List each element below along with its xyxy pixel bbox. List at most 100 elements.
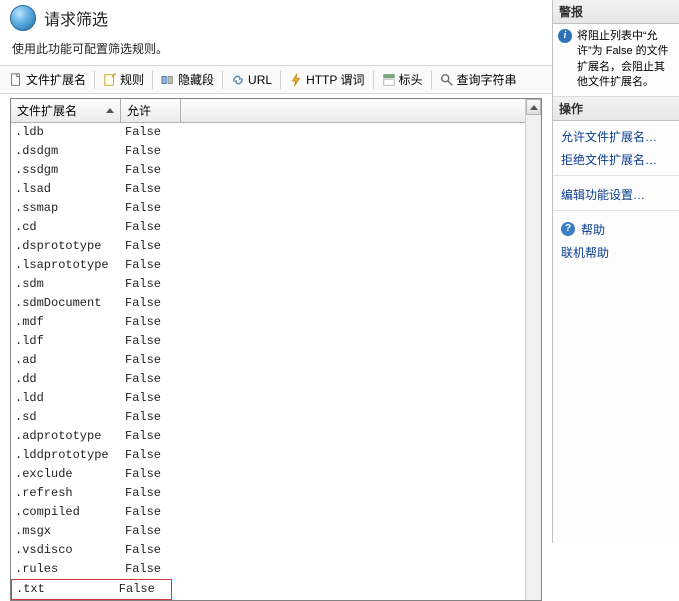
cell-allow: False: [121, 428, 181, 445]
tab-hidden-segments[interactable]: 隐藏段: [156, 68, 219, 91]
table-row[interactable]: .ssdgmFalse: [11, 161, 541, 180]
cell-extension: .dsprototype: [11, 238, 121, 255]
table-row[interactable]: .vsdiscoFalse: [11, 541, 541, 560]
tab-query-string[interactable]: 查询字符串: [435, 68, 522, 91]
toolbar-separator: [431, 71, 432, 89]
action-allow-extension[interactable]: 允许文件扩展名…: [553, 125, 679, 148]
cell-allow: False: [121, 352, 181, 369]
blocks-icon: [161, 73, 175, 87]
cell-allow: False: [121, 219, 181, 236]
table-row[interactable]: .msgxFalse: [11, 522, 541, 541]
page-subtitle: 使用此功能可配置筛选规则。: [0, 36, 552, 65]
cell-extension: .ssmap: [11, 200, 121, 217]
table-row[interactable]: .ddFalse: [11, 370, 541, 389]
toolbar-separator: [152, 71, 153, 89]
magnifier-icon: [440, 73, 454, 87]
cell-extension: .cd: [11, 219, 121, 236]
tab-headers[interactable]: 标头: [377, 68, 428, 91]
cell-extension: .ldb: [11, 124, 121, 141]
table-row[interactable]: .compiledFalse: [11, 503, 541, 522]
cell-allow: False: [121, 257, 181, 274]
cell-extension: .ldf: [11, 333, 121, 350]
column-header-extension[interactable]: 文件扩展名: [11, 99, 121, 122]
toolbar-separator: [94, 71, 95, 89]
cell-extension: .txt: [12, 581, 115, 598]
cell-allow: False: [121, 295, 181, 312]
help-icon: ?: [561, 222, 575, 236]
tabs-toolbar: 文件扩展名 规则 隐藏段 URL HTTP 谓词: [0, 65, 552, 94]
table-row[interactable]: .ldbFalse: [11, 123, 541, 142]
cell-extension: .msgx: [11, 523, 121, 540]
cell-extension: .dd: [11, 371, 121, 388]
table-row[interactable]: .lsaprototypeFalse: [11, 256, 541, 275]
table-row[interactable]: .adprototypeFalse: [11, 427, 541, 446]
cell-allow: False: [121, 314, 181, 331]
cell-allow: False: [121, 409, 181, 426]
pencil-paper-icon: [103, 73, 117, 87]
vertical-scrollbar[interactable]: [525, 99, 541, 600]
tab-rules[interactable]: 规则: [98, 68, 149, 91]
table-row[interactable]: .ldfFalse: [11, 332, 541, 351]
column-header-spacer: [181, 99, 525, 122]
action-online-help[interactable]: 联机帮助: [553, 241, 679, 264]
cell-extension: .ad: [11, 352, 121, 369]
cell-extension: .ssdgm: [11, 162, 121, 179]
page-header: 请求筛选: [0, 0, 552, 36]
table-row[interactable]: .sdmFalse: [11, 275, 541, 294]
cell-extension: .sdm: [11, 276, 121, 293]
cell-allow: False: [121, 390, 181, 407]
table-row[interactable]: .lddprototypeFalse: [11, 446, 541, 465]
cell-allow: False: [121, 504, 181, 521]
tab-http-verbs[interactable]: HTTP 谓词: [284, 68, 369, 91]
table-row[interactable]: .mdfFalse: [11, 313, 541, 332]
cell-allow: False: [121, 276, 181, 293]
actions-separator: [553, 210, 679, 218]
tab-url[interactable]: URL: [226, 70, 277, 90]
extensions-table: 文件扩展名 允许 .ldbFalse.dsdgmFalse.ssdgmFalse…: [10, 98, 542, 601]
table-row[interactable]: .adFalse: [11, 351, 541, 370]
cell-extension: .mdf: [11, 314, 121, 331]
table-row[interactable]: .dsdgmFalse: [11, 142, 541, 161]
cell-extension: .lsad: [11, 181, 121, 198]
scroll-up-button[interactable]: [526, 99, 541, 115]
table-row[interactable]: .txtFalse: [11, 579, 172, 600]
action-help[interactable]: ? 帮助: [553, 218, 679, 241]
cell-allow: False: [121, 447, 181, 464]
table-row[interactable]: .dsprototypeFalse: [11, 237, 541, 256]
table-row[interactable]: .excludeFalse: [11, 465, 541, 484]
table-body[interactable]: .ldbFalse.dsdgmFalse.ssdgmFalse.lsadFals…: [11, 123, 541, 600]
cell-extension: .refresh: [11, 485, 121, 502]
action-edit-feature-settings[interactable]: 编辑功能设置…: [553, 183, 679, 206]
cell-allow: False: [121, 143, 181, 160]
table-row[interactable]: .rulesFalse: [11, 560, 541, 579]
sort-caret-icon: [106, 108, 114, 113]
page-title: 请求筛选: [44, 6, 108, 30]
table-row[interactable]: .ssmapFalse: [11, 199, 541, 218]
table-row[interactable]: .refreshFalse: [11, 484, 541, 503]
cell-extension: .dsdgm: [11, 143, 121, 160]
cell-allow: False: [121, 181, 181, 198]
table-row[interactable]: .lsadFalse: [11, 180, 541, 199]
cell-extension: .vsdisco: [11, 542, 121, 559]
table-row[interactable]: .sdmDocumentFalse: [11, 294, 541, 313]
cell-extension: .adprototype: [11, 428, 121, 445]
cell-extension: .sd: [11, 409, 121, 426]
tab-file-extension[interactable]: 文件扩展名: [4, 68, 91, 91]
cell-extension: .sdmDocument: [11, 295, 121, 312]
scrollbar-track[interactable]: [526, 115, 541, 600]
cell-allow: False: [121, 542, 181, 559]
cell-allow: False: [121, 485, 181, 502]
actions-panel: 允许文件扩展名… 拒绝文件扩展名… 编辑功能设置… ? 帮助 联机帮助: [553, 121, 679, 268]
actions-header: 操作: [553, 97, 679, 121]
link-icon: [231, 73, 245, 87]
column-header-allow[interactable]: 允许: [121, 99, 181, 122]
actions-separator: [553, 175, 679, 183]
cell-allow: False: [121, 561, 181, 578]
table-row[interactable]: .lddFalse: [11, 389, 541, 408]
cell-extension: .lsaprototype: [11, 257, 121, 274]
table-row[interactable]: .sdFalse: [11, 408, 541, 427]
toolbar-separator: [373, 71, 374, 89]
table-row[interactable]: .cdFalse: [11, 218, 541, 237]
lightning-icon: [289, 73, 303, 87]
action-deny-extension[interactable]: 拒绝文件扩展名…: [553, 148, 679, 171]
